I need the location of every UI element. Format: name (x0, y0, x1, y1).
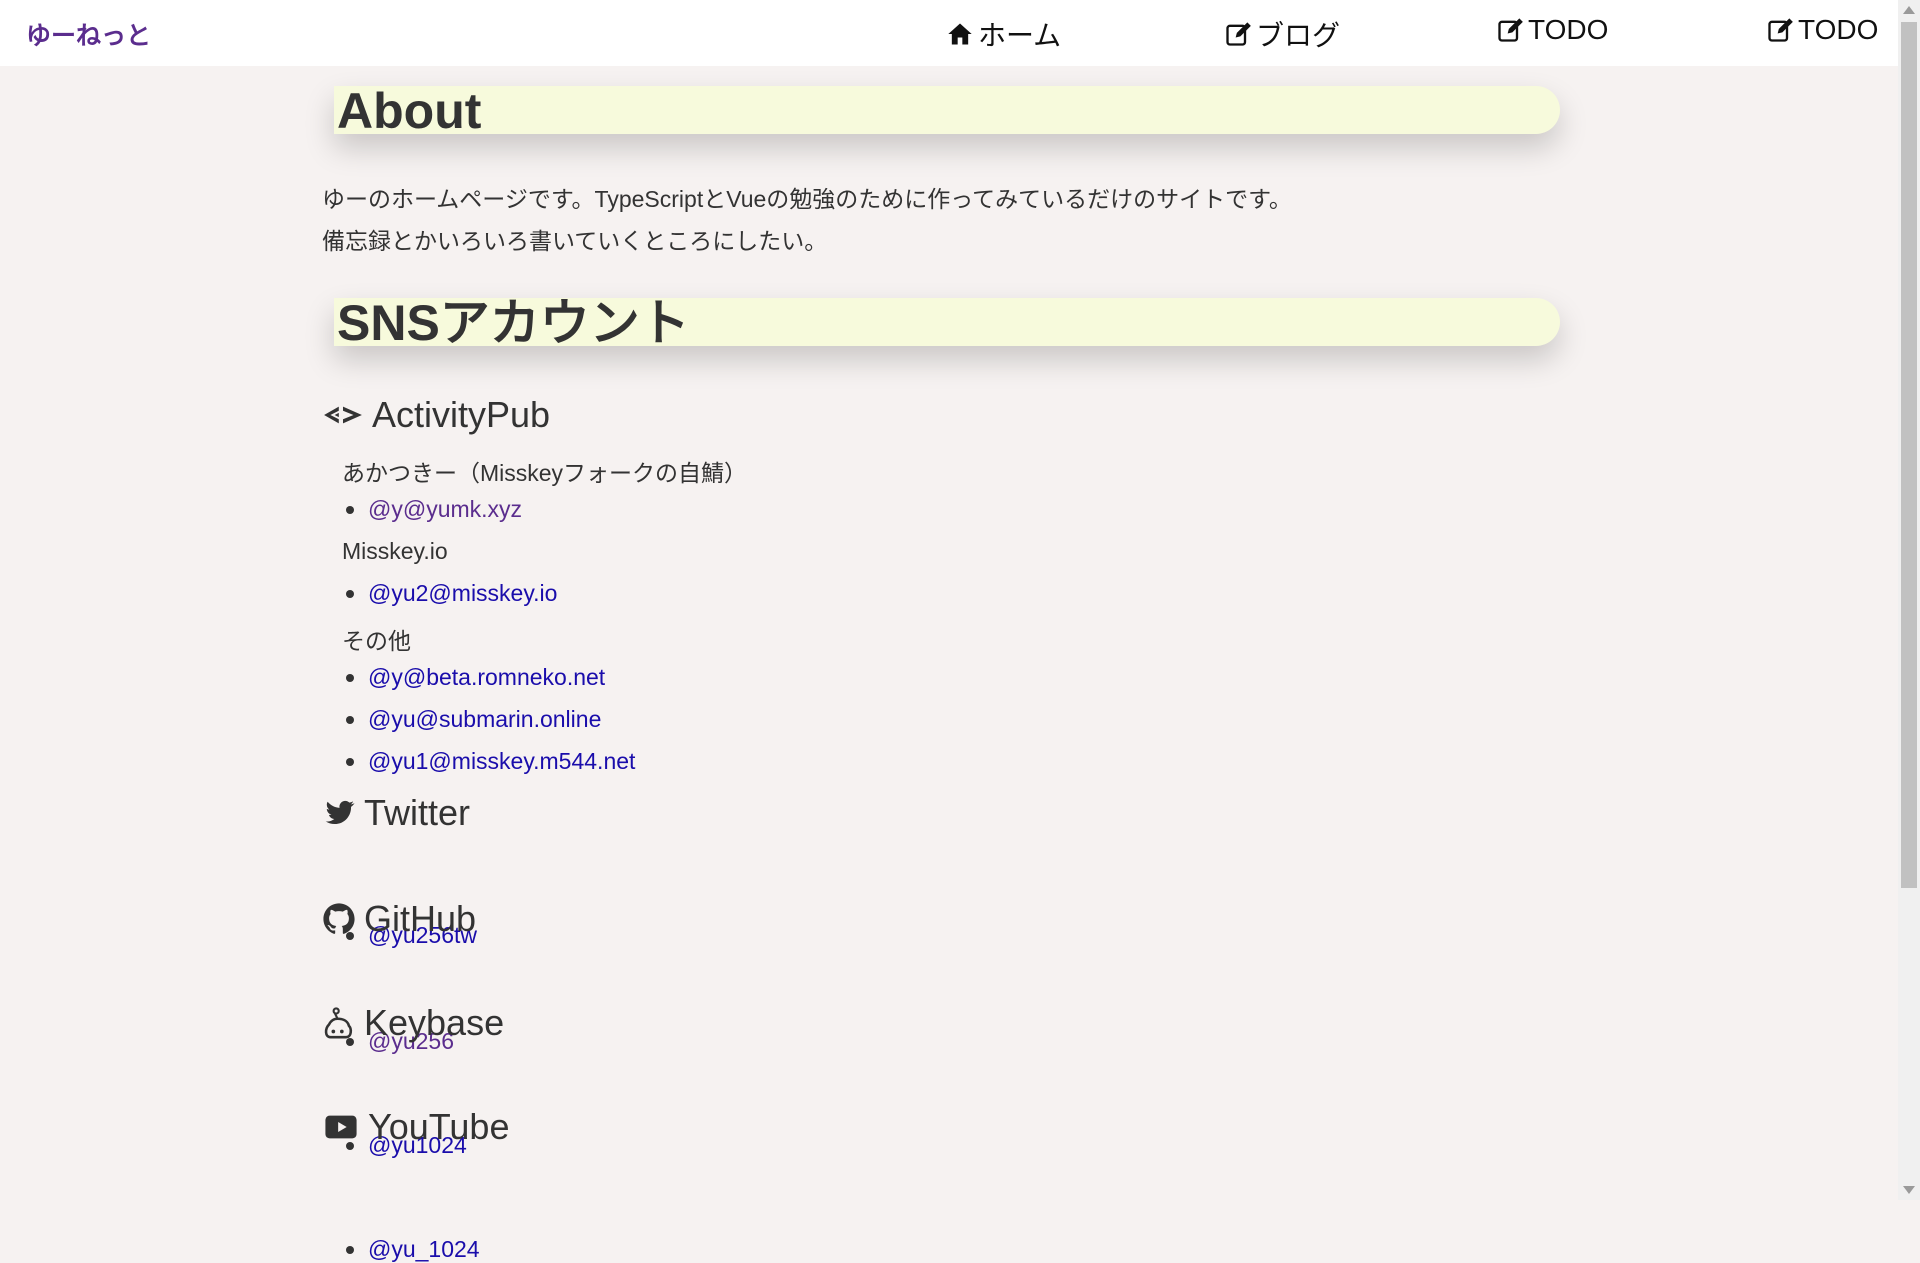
github-title: GitHub (364, 898, 477, 939)
youtube-icon (325, 1115, 357, 1139)
github-icon (323, 903, 355, 934)
nav-todo-link[interactable]: TODO (1496, 14, 1608, 46)
keybase-title: Keybase (364, 1002, 505, 1043)
vertical-scrollbar[interactable] (1898, 0, 1920, 1200)
account-link[interactable]: @yu@submarin.online (368, 706, 601, 733)
bullet (346, 715, 354, 724)
scroll-down-arrow-icon[interactable] (1903, 1186, 1915, 1194)
bullet (346, 589, 354, 598)
home-icon (948, 23, 972, 45)
nav-home-link[interactable]: ホーム (946, 14, 1061, 54)
twitter-section-title: Twitter (322, 792, 470, 834)
edit-icon (1226, 22, 1251, 46)
activitypub-group-other: その他 (342, 628, 411, 654)
account-link[interactable]: @y@beta.romneko.net (368, 664, 605, 691)
about-line-1: ゆーのホームページです。TypeScriptとVueの勉強のために作ってみている… (322, 186, 1292, 212)
nav-blog-label: ブログ (1256, 20, 1341, 51)
keybase-icon (324, 1007, 353, 1039)
sns-heading-text: SNSアカウント (337, 295, 690, 351)
keybase-section-title: Keybase (322, 1002, 504, 1044)
youtube-section-title: YouTube (322, 1106, 509, 1148)
list-item: @y@yumk.xyz (346, 496, 522, 523)
site-brand-link[interactable]: ゆーねっと (26, 16, 151, 52)
nav-home-label: ホーム (978, 20, 1062, 51)
activitypub-title: ActivityPub (372, 394, 551, 435)
youtube-title: YouTube (368, 1106, 510, 1147)
activitypub-icon (324, 406, 362, 424)
about-line-2: 備忘録とかいろいろ書いていくところにしたい。 (322, 228, 828, 254)
scrollbar-thumb[interactable] (1901, 22, 1917, 888)
bullet (346, 757, 354, 766)
nav-blog-link[interactable]: ブログ (1224, 14, 1340, 54)
bullet (346, 673, 354, 682)
list-item: @y@beta.romneko.net (346, 664, 605, 691)
activitypub-section-title: ActivityPub (322, 394, 550, 436)
edit-icon (1498, 18, 1523, 42)
account-link[interactable]: @yu_1024 (368, 1236, 480, 1263)
nav-todo-link-2[interactable]: TODO (1766, 14, 1878, 46)
account-link[interactable]: @yu2@misskey.io (368, 580, 557, 607)
twitter-title: Twitter (364, 792, 471, 833)
nav-todo-label-2: TODO (1798, 14, 1879, 45)
activitypub-group-misskey-io: Misskey.io (342, 538, 448, 564)
list-item: @yu_1024 (346, 1236, 480, 1263)
scroll-up-arrow-icon[interactable] (1903, 6, 1915, 14)
list-item: @yu2@misskey.io (346, 580, 557, 607)
list-item: @yu@submarin.online (346, 706, 601, 733)
list-item: @yu1@misskey.m544.net (346, 748, 635, 775)
top-navbar: ゆーねっと ホーム ブログ TODO TODO (0, 0, 1898, 66)
bullet (346, 505, 354, 514)
nav-todo-label: TODO (1528, 14, 1609, 45)
edit-icon (1768, 18, 1793, 42)
bullet (346, 1245, 354, 1254)
activitypub-group-akatsuki: あかつきー（Misskeyフォークの自鯖） (342, 460, 748, 486)
about-heading: About (334, 83, 1560, 139)
github-section-title: GitHub (322, 898, 476, 940)
account-link[interactable]: @yu1@misskey.m544.net (368, 748, 635, 775)
twitter-icon (325, 800, 355, 825)
account-link[interactable]: @y@yumk.xyz (368, 496, 522, 523)
sns-heading: SNSアカウント (334, 295, 1560, 351)
about-heading-text: About (337, 83, 482, 139)
